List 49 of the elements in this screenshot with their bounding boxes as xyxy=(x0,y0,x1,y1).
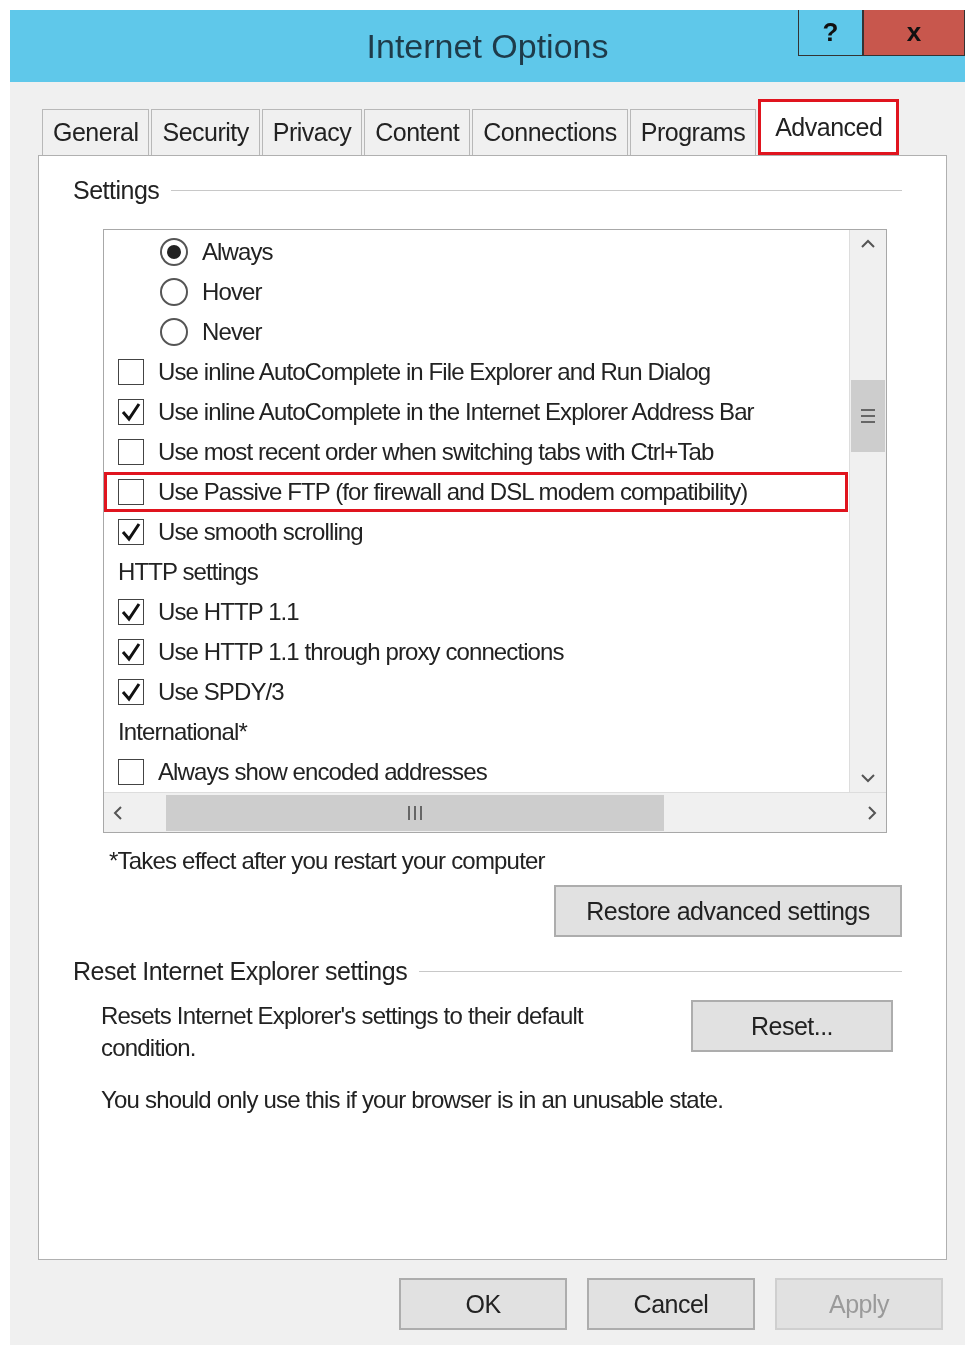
radio-button[interactable] xyxy=(160,318,188,346)
option-label: Use inline AutoComplete in the Internet Explorer Address Bar xyxy=(158,398,754,426)
section-label: HTTP settings xyxy=(118,558,258,586)
tab[interactable]: Programs xyxy=(629,109,757,155)
option-label: Always xyxy=(202,238,273,266)
dialog-button[interactable]: OK xyxy=(399,1278,567,1330)
group-title: Reset Internet Explorer settings xyxy=(73,957,408,986)
option-label: Use smooth scrolling xyxy=(158,518,363,546)
grip-icon[interactable] xyxy=(860,407,876,425)
warning-text: You should only use this if your browser is in an unusable state. xyxy=(100,1085,725,1115)
section-label: International* xyxy=(118,718,247,746)
vertical-scrollbar[interactable] xyxy=(849,230,886,792)
restore-button[interactable]: Restore advanced settings xyxy=(554,885,902,937)
radio-button[interactable] xyxy=(160,278,188,306)
checkbox[interactable] xyxy=(118,759,144,785)
checkbox[interactable] xyxy=(118,399,144,425)
option-label: Use SPDY/3 xyxy=(158,678,284,706)
description-text: Resets Internet Explorer's settings to their default condition. xyxy=(101,1001,585,1063)
option-label: Use inline AutoComplete in File Explorer and Run Dialog xyxy=(158,358,711,386)
option-label: Use Passive FTP (for firewall and DSL modem compatibility) xyxy=(158,478,748,506)
checkbox[interactable] xyxy=(118,519,144,545)
horizontal-scrollbar[interactable] xyxy=(104,792,886,832)
tab[interactable]: Connections xyxy=(472,109,628,155)
option-label: Always show encoded addresses xyxy=(158,758,487,786)
dialog-button[interactable]: Cancel xyxy=(587,1278,755,1330)
checkbox[interactable] xyxy=(118,359,144,385)
option-label: Use HTTP 1.1 xyxy=(158,598,299,626)
option-label: Use most recent order when switching tabs with Ctrl+Tab xyxy=(158,438,714,466)
tab[interactable]: Content xyxy=(364,109,471,155)
group-title: Settings xyxy=(73,176,160,205)
close-button[interactable]: x xyxy=(863,10,965,56)
checkbox[interactable] xyxy=(118,599,144,625)
option-label: Hover xyxy=(202,278,262,306)
window-title: Internet Options xyxy=(366,26,609,66)
footnote: *Takes effect after you restart your computer xyxy=(109,847,546,875)
tab[interactable]: General xyxy=(42,109,150,155)
help-button[interactable]: ? xyxy=(798,10,863,56)
tab[interactable]: Privacy xyxy=(261,109,363,155)
checkbox[interactable] xyxy=(118,439,144,465)
option-label: Never xyxy=(202,318,262,346)
option-label: Use HTTP 1.1 through proxy connections xyxy=(158,638,564,666)
checkbox[interactable] xyxy=(118,639,144,665)
reset-button[interactable]: Reset... xyxy=(691,1000,893,1052)
grip-icon[interactable] xyxy=(406,804,424,821)
checkbox[interactable] xyxy=(118,479,144,505)
tab[interactable]: Advanced xyxy=(758,99,900,155)
radio-button[interactable] xyxy=(160,238,188,266)
tab[interactable]: Security xyxy=(151,109,260,155)
checkbox[interactable] xyxy=(118,679,144,705)
